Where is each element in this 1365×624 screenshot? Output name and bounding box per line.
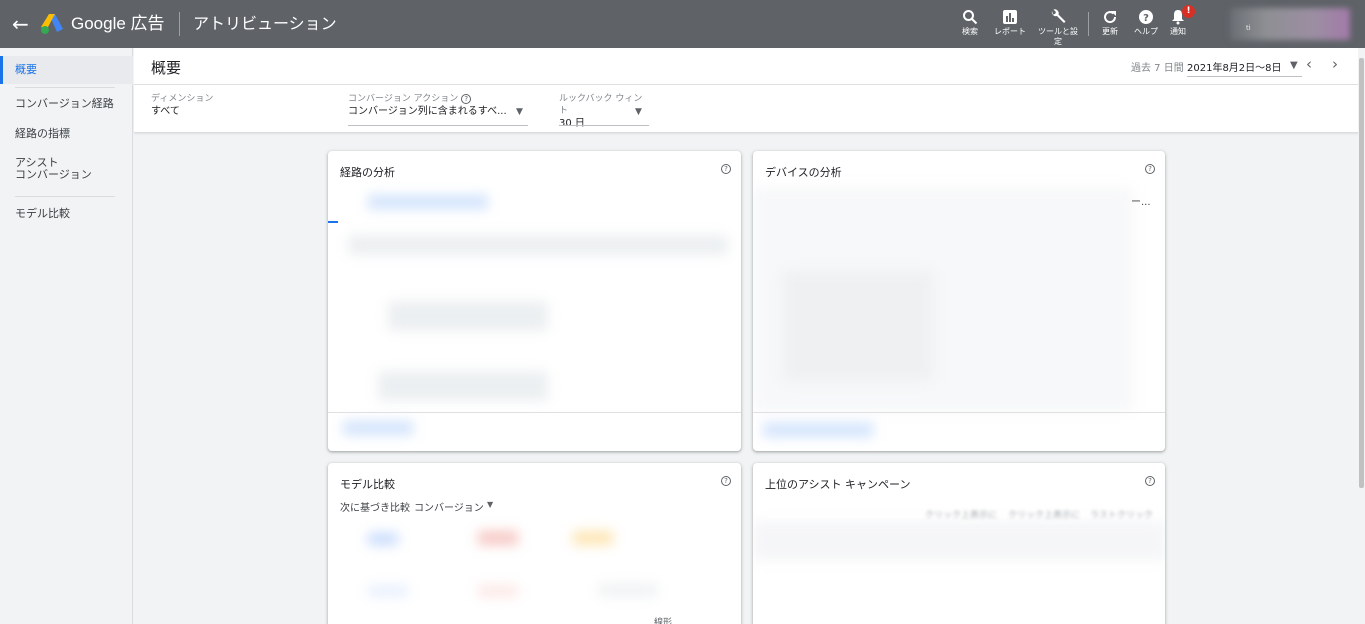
conversion-action-value: コンバージョン列に含まれるすべ...	[348, 106, 507, 117]
sidebar: 概要 コンバージョン経路 経路の指標 アシスト コンバージョン モデル比較	[0, 48, 133, 624]
reports-button[interactable]: レポート	[990, 9, 1030, 37]
sidebar-item-label: コンバージョン経路	[15, 97, 114, 110]
blurred-link	[343, 421, 413, 435]
sidebar-divider	[15, 87, 115, 88]
scrollbar-thumb[interactable]	[1359, 58, 1364, 488]
blurred-legend	[348, 235, 728, 255]
blurred-legend-chip	[573, 531, 613, 545]
sidebar-item-conversion-paths[interactable]: コンバージョン経路	[0, 96, 133, 112]
tools-settings-label: ツールと設定	[1038, 27, 1078, 46]
chevron-down-icon[interactable]: ▼	[487, 500, 493, 509]
column-header: クリック上表示に	[1008, 511, 1081, 521]
brand-name: Google 広告	[71, 14, 165, 33]
date-range-picker[interactable]: 2021年8月2日〜8日	[1187, 59, 1282, 74]
top-app-bar: ← Google 広告 アトリビューション 検索 レポート ツールと設定 更新 …	[0, 0, 1365, 48]
dimension-filter[interactable]: ディメンション すべて	[151, 93, 213, 119]
reports-button-label: レポート	[994, 27, 1026, 36]
chevron-left-icon[interactable]: ‹	[1306, 55, 1312, 73]
date-range-dropdown-icon[interactable]: ▼	[1290, 60, 1298, 71]
blurred-bar	[598, 583, 658, 597]
blurred-table-rows	[753, 521, 1165, 561]
help-circle-icon[interactable]: ?	[721, 164, 731, 174]
conversion-action-label: コンバージョン アクション?	[348, 93, 530, 105]
page-title: 概要	[151, 59, 182, 77]
blurred-link	[763, 423, 873, 437]
date-range-underline	[1187, 76, 1302, 77]
tools-settings-button[interactable]: ツールと設定	[1038, 9, 1078, 47]
page-header: 概要 過去 7 日間 2021年8月2日〜8日 ▼ ‹ ›	[134, 48, 1360, 85]
back-arrow-icon[interactable]: ←	[12, 12, 32, 36]
column-header: クリック上表示に	[925, 511, 998, 521]
search-icon	[963, 10, 978, 25]
chevron-down-icon: ▼	[516, 107, 523, 117]
help-icon: ?	[1139, 10, 1153, 24]
top-assist-campaigns-card: 上位のアシスト キャンペーン ? クリック上表示に クリック上表示に ラストクリ…	[753, 463, 1165, 624]
device-analysis-card: デバイスの分析 ? ー...	[753, 151, 1165, 451]
topbar-divider	[179, 12, 180, 36]
refresh-button-label: 更新	[1102, 27, 1118, 36]
app-title: アトリビューション	[193, 14, 337, 33]
lookback-underline	[559, 125, 649, 126]
help-circle-icon[interactable]: ?	[461, 94, 472, 104]
sidebar-item-label: 経路の指標	[15, 127, 70, 140]
blurred-legend-chip	[478, 531, 518, 545]
reports-icon	[1003, 10, 1017, 24]
card-title: デバイスの分析	[765, 166, 842, 179]
help-circle-icon[interactable]: ?	[1145, 164, 1155, 174]
blurred-chart-row	[388, 301, 548, 331]
conversion-action-underline	[348, 125, 528, 126]
svg-text:?: ?	[1143, 13, 1149, 24]
help-circle-icon[interactable]: ?	[721, 476, 731, 486]
blurred-chart-row	[378, 371, 548, 401]
column-header: ラストクリック	[1090, 511, 1153, 521]
sidebar-item-label: モデル比較	[15, 207, 70, 220]
vertical-scrollbar[interactable]	[1358, 48, 1365, 624]
google-ads-logo-icon	[41, 14, 63, 34]
conversion-action-label-text: コンバージョン アクション	[348, 94, 459, 104]
card-title: 経路の分析	[340, 166, 395, 179]
sidebar-item-overview[interactable]: 概要	[0, 56, 133, 84]
blurred-legend-chip	[368, 533, 398, 545]
sidebar-item-path-metrics[interactable]: 経路の指標	[0, 126, 133, 142]
notifications-button-label: 通知	[1170, 27, 1186, 36]
chevron-down-icon: ▼	[635, 107, 642, 117]
refresh-button[interactable]: 更新	[1090, 9, 1130, 37]
dimension-label: ディメンション	[151, 94, 214, 104]
account-name-partial: ti	[1246, 24, 1251, 32]
card-title: 上位のアシスト キャンペーン	[765, 478, 911, 491]
card-title: モデル比較	[340, 478, 395, 491]
compare-by-label: 次に基づき比較	[340, 503, 410, 514]
card-divider	[328, 412, 741, 413]
wrench-icon	[1051, 9, 1066, 23]
filter-bar: ディメンション すべて コンバージョン アクション? コンバージョン列に含まれる…	[134, 85, 1360, 133]
path-analysis-card: 経路の分析 ?	[328, 151, 741, 451]
blurred-bar	[368, 585, 408, 597]
notification-badge: !	[1182, 5, 1195, 18]
truncated-column-header: ー...	[1131, 197, 1151, 208]
sidebar-item-model-comparison[interactable]: モデル比較	[0, 206, 133, 222]
blurred-bar	[478, 585, 518, 597]
tab-indicator	[328, 221, 338, 223]
chevron-right-icon[interactable]: ›	[1332, 55, 1338, 73]
conversion-action-filter[interactable]: コンバージョン アクション? コンバージョン列に含まれるすべ... ▼	[348, 93, 530, 126]
help-circle-icon[interactable]: ?	[1145, 476, 1155, 486]
sidebar-item-label: アシスト コンバージョン	[15, 156, 92, 181]
topbar-separator	[1088, 12, 1089, 36]
blurred-device-bars	[783, 271, 933, 381]
sidebar-item-label: 概要	[15, 63, 37, 76]
date-range-label: 過去 7 日間	[1131, 63, 1184, 74]
model-comparison-card: モデル比較 ? 次に基づき比較 コンバージョン ▼ 線形	[328, 463, 741, 624]
lookback-value: 30 日	[559, 118, 585, 129]
model-faint-label: 線形	[654, 618, 673, 624]
dimension-value: すべて	[151, 106, 180, 117]
blurred-tab	[368, 195, 488, 209]
search-button[interactable]: 検索	[950, 9, 990, 37]
refresh-icon	[1104, 11, 1117, 24]
compare-by-dropdown[interactable]: コンバージョン	[414, 499, 484, 514]
sidebar-item-assisted-conversions[interactable]: アシスト コンバージョン	[0, 157, 133, 185]
card-divider	[753, 412, 1165, 413]
sidebar-divider	[15, 196, 115, 197]
search-button-label: 検索	[962, 27, 978, 36]
lookback-window-filter[interactable]: ルックバック ウィント 30 日 ▼	[559, 93, 651, 131]
